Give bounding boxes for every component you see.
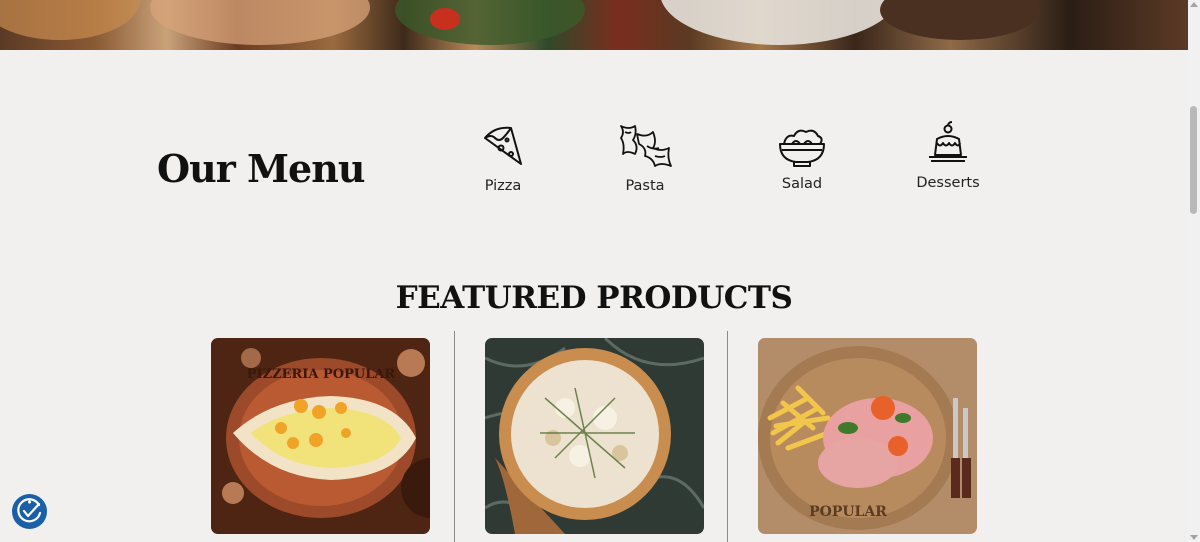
- menu-category-desserts[interactable]: Desserts: [888, 121, 1008, 191]
- product-divider: [727, 331, 728, 542]
- pasta-label: Pasta: [625, 178, 665, 194]
- accessibility-button[interactable]: [12, 494, 47, 529]
- desserts-label: Desserts: [916, 175, 980, 191]
- product-card-2-image[interactable]: [485, 338, 704, 534]
- scroll-up-arrow-icon[interactable]: [1190, 2, 1198, 7]
- ham-fries-plate-photo: POPULAR: [758, 338, 977, 534]
- menu-category-salad[interactable]: Salad: [742, 124, 862, 192]
- board-text-pizzeria: PIZZERIA POPULAR: [247, 367, 396, 382]
- hero-banner-image: [0, 0, 1188, 50]
- product-divider: [454, 331, 455, 542]
- dessert-icon: [929, 121, 967, 162]
- menu-category-pizza[interactable]: Pizza: [443, 124, 563, 194]
- white-pizza-photo: [485, 338, 704, 534]
- scroll-down-arrow-icon[interactable]: [1190, 535, 1198, 540]
- product-card-1-image[interactable]: PIZZERIA POPULAR: [211, 338, 430, 534]
- salad-bowl-icon: [779, 129, 825, 167]
- pasta-icon: [620, 125, 672, 167]
- our-menu-heading: Our Menu: [157, 146, 365, 191]
- salad-label: Salad: [781, 176, 823, 192]
- accessibility-icon: [17, 498, 42, 523]
- menu-category-pasta[interactable]: Pasta: [585, 122, 705, 194]
- board-text-popular: POPULAR: [809, 504, 887, 520]
- page-scrollbar[interactable]: [1188, 0, 1200, 542]
- featured-products-heading: FEATURED PRODUCTS: [395, 280, 793, 316]
- pizza-label: Pizza: [484, 178, 522, 194]
- pizza-slice-icon: [484, 126, 522, 165]
- product-card-3-image[interactable]: POPULAR: [758, 338, 977, 534]
- scrollbar-thumb[interactable]: [1190, 106, 1197, 214]
- egg-flatbread-pizza-photo: PIZZERIA POPULAR: [211, 338, 430, 534]
